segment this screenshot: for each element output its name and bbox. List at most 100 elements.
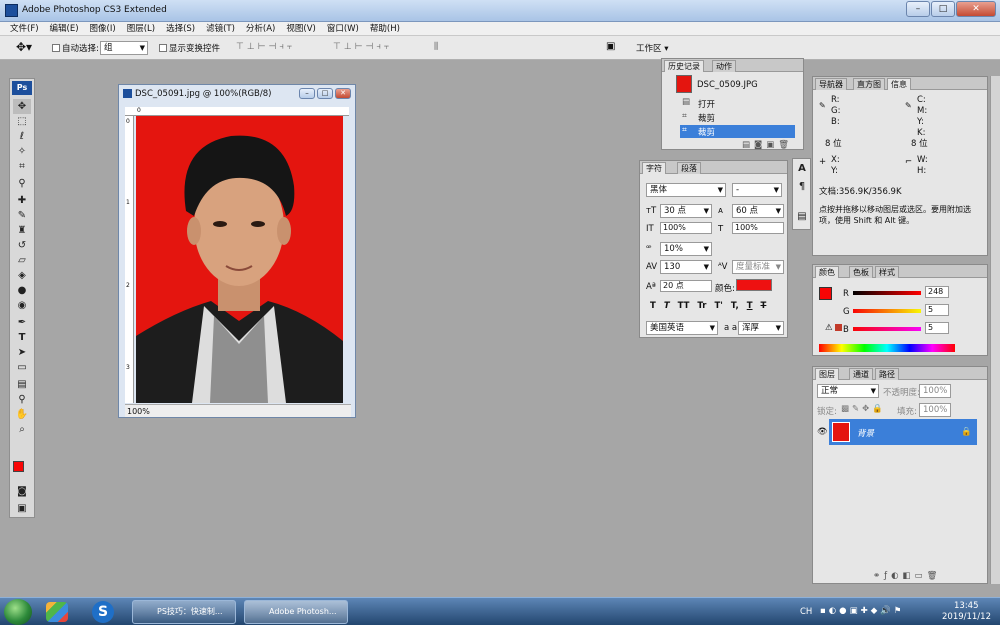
- dodge-tool-icon[interactable]: ◉: [13, 298, 31, 313]
- fill-field[interactable]: 100%: [919, 403, 951, 417]
- foreground-color-swatch[interactable]: [13, 461, 24, 472]
- show-transform-checkbox[interactable]: [159, 43, 167, 53]
- tracking-field[interactable]: 130 ▼: [660, 260, 712, 274]
- color-spectrum-bar[interactable]: [819, 344, 955, 352]
- tab-layers[interactable]: 图层: [815, 368, 839, 380]
- horizontal-scale-field[interactable]: 100%: [732, 222, 784, 234]
- tab-styles[interactable]: 样式: [875, 266, 899, 278]
- layer-visibility-eye-icon[interactable]: 👁: [817, 427, 828, 437]
- auto-select-dropdown[interactable]: 组 ▼: [100, 41, 148, 55]
- font-style-dropdown[interactable]: - ▼: [732, 183, 782, 197]
- doc-maximize-button[interactable]: □: [317, 88, 333, 99]
- pen-tool-icon[interactable]: ✒: [13, 315, 31, 330]
- language-dropdown[interactable]: 美国英语 ▼: [646, 321, 718, 335]
- distribute-icons[interactable]: ⊤⊥⊢⊣⫞⫟: [333, 42, 392, 52]
- healing-brush-icon[interactable]: ✚: [13, 193, 31, 208]
- workspace-button[interactable]: 工作区 ▾: [636, 42, 668, 54]
- scale-percent-field[interactable]: 10% ▼: [660, 242, 712, 256]
- gamut-swatch[interactable]: [835, 324, 842, 331]
- layer-comps-icon[interactable]: ▤: [793, 209, 811, 224]
- paragraph-panel-icon[interactable]: ¶: [793, 179, 811, 194]
- menu-layer[interactable]: 图层(L): [127, 22, 155, 35]
- doc-minimize-button[interactable]: –: [299, 88, 315, 99]
- marquee-tool-icon[interactable]: ⬚: [13, 114, 31, 129]
- stamp-tool-icon[interactable]: ♜: [13, 223, 31, 238]
- magic-wand-icon[interactable]: ✧: [13, 144, 31, 159]
- auto-select-checkbox[interactable]: [52, 43, 60, 53]
- baseline-shift-field[interactable]: 20 点: [660, 280, 712, 292]
- b-slider[interactable]: [853, 327, 921, 331]
- paint-bucket-icon[interactable]: ◈: [13, 268, 31, 283]
- menu-edit[interactable]: 编辑(E): [50, 22, 79, 35]
- maximize-button[interactable]: □: [931, 1, 955, 17]
- menu-filter[interactable]: 滤镜(T): [206, 22, 235, 35]
- tab-color[interactable]: 颜色: [815, 266, 839, 278]
- history-item[interactable]: 裁剪 ⌗: [665, 111, 795, 124]
- layer-row-background[interactable]: 背景 🔒: [829, 419, 977, 445]
- tab-actions[interactable]: 动作: [712, 60, 736, 72]
- r-slider[interactable]: [853, 291, 921, 295]
- opacity-field[interactable]: 100%: [919, 384, 951, 398]
- tab-paths[interactable]: 路径: [875, 368, 899, 380]
- panel-scrollbar[interactable]: [990, 76, 1000, 584]
- text-color-swatch[interactable]: [736, 279, 772, 291]
- quick-mask-icon[interactable]: ◙: [13, 484, 31, 499]
- g-value-field[interactable]: 5: [925, 304, 949, 316]
- color-foreground-swatch[interactable]: [819, 287, 832, 300]
- close-button[interactable]: ✕: [956, 1, 996, 17]
- hand-tool-icon[interactable]: ✋: [13, 407, 31, 422]
- eraser-tool-icon[interactable]: ▱: [13, 253, 31, 268]
- eyedropper2-icon[interactable]: ⚲: [13, 392, 31, 407]
- history-footer-icons[interactable]: ▤◙▣🗑: [742, 140, 793, 150]
- tab-navigator[interactable]: 导航器: [815, 78, 847, 90]
- tab-info[interactable]: 信息: [887, 78, 911, 90]
- blur-tool-icon[interactable]: ●: [13, 283, 31, 298]
- menu-select[interactable]: 选择(S): [166, 22, 195, 35]
- zoom-tool-icon[interactable]: ⌕: [13, 422, 31, 437]
- start-button[interactable]: [4, 599, 32, 625]
- notes-tool-icon[interactable]: ▤: [13, 377, 31, 392]
- menu-image[interactable]: 图像(I): [90, 22, 116, 35]
- minimize-button[interactable]: –: [906, 1, 930, 17]
- quicklaunch-icon[interactable]: [46, 602, 68, 622]
- path-select-icon[interactable]: ➤: [13, 345, 31, 360]
- menu-view[interactable]: 视图(V): [286, 22, 315, 35]
- tab-history[interactable]: 历史记录: [664, 60, 704, 72]
- taskbar-item-photoshop[interactable]: Adobe Photosh...: [244, 600, 348, 624]
- tab-character[interactable]: 字符: [642, 162, 666, 174]
- zoom-level[interactable]: 100%: [127, 407, 150, 416]
- kerning-dropdown[interactable]: 度量标准 ▼: [732, 260, 784, 274]
- move-tool-icon[interactable]: ✥: [13, 99, 31, 114]
- antialias-dropdown[interactable]: 浑厚 ▼: [738, 321, 784, 335]
- lasso-tool-icon[interactable]: ℓ: [13, 129, 31, 144]
- auto-align-icon[interactable]: ⫼: [434, 42, 438, 52]
- leading-field[interactable]: 60 点 ▼: [732, 204, 784, 218]
- tray-icons[interactable]: ▪◐●▣✚◆🔊⚑: [820, 606, 905, 616]
- language-indicator[interactable]: CH: [800, 607, 812, 617]
- brush-tool-icon[interactable]: ✎: [13, 208, 31, 223]
- character-panel-icon[interactable]: A: [793, 161, 811, 176]
- history-snapshot-name[interactable]: DSC_0509.JPG: [697, 80, 758, 90]
- crop-tool-icon[interactable]: ⌗: [13, 159, 31, 174]
- g-slider[interactable]: [853, 309, 921, 313]
- text-style-buttons[interactable]: T T TT Tr T' T, T T: [650, 301, 766, 311]
- eyedropper-tool-icon[interactable]: ⚲: [13, 176, 31, 191]
- sogou-icon[interactable]: S: [92, 601, 114, 623]
- history-brush-icon[interactable]: ↺: [13, 238, 31, 253]
- history-item[interactable]: 打开 ▤: [665, 97, 795, 110]
- align-icons[interactable]: ⊤⊥⊢⊣⫞⫟: [236, 42, 295, 52]
- vertical-scale-field[interactable]: 100%: [660, 222, 712, 234]
- r-value-field[interactable]: 248: [925, 286, 949, 298]
- menu-file[interactable]: 文件(F): [10, 22, 39, 35]
- tab-histogram[interactable]: 直方图: [853, 78, 885, 90]
- doc-close-button[interactable]: ✕: [335, 88, 351, 99]
- b-value-field[interactable]: 5: [925, 322, 949, 334]
- tab-paragraph[interactable]: 段落: [677, 162, 701, 174]
- shape-tool-icon[interactable]: ▭: [13, 360, 31, 375]
- menu-analysis[interactable]: 分析(A): [246, 22, 275, 35]
- tab-channels[interactable]: 通道: [849, 368, 873, 380]
- menu-help[interactable]: 帮助(H): [370, 22, 400, 35]
- camera-icon[interactable]: ▣: [606, 41, 615, 52]
- move-tool-icon[interactable]: ✥▾: [16, 40, 32, 54]
- tab-swatches[interactable]: 色板: [849, 266, 873, 278]
